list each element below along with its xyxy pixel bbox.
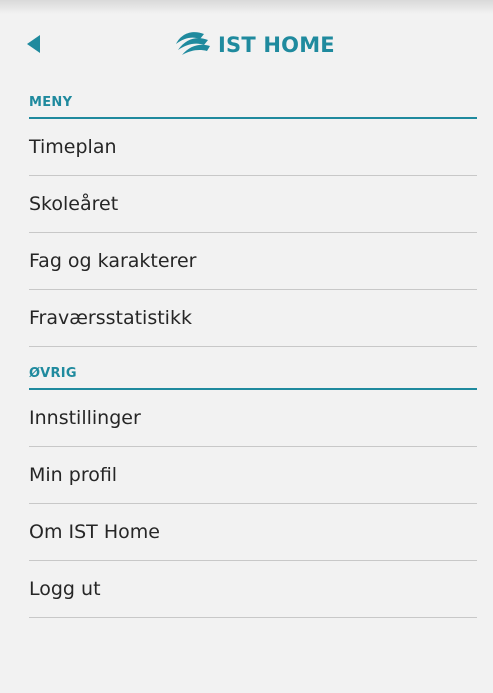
menu-item-logg-ut[interactable]: Logg ut	[29, 561, 477, 618]
menu-item-om-ist-home[interactable]: Om IST Home	[29, 504, 477, 561]
menu-item-min-profil[interactable]: Min profil	[29, 447, 477, 504]
ist-swoosh-icon	[174, 30, 212, 61]
menu-item-fravaersstatistikk[interactable]: Fraværsstatistikk	[29, 290, 477, 347]
app-header: IST HOME	[0, 14, 493, 76]
menu-item-timeplan[interactable]: Timeplan	[29, 119, 477, 176]
status-bar-shadow	[0, 0, 493, 14]
logo-text: IST HOME	[218, 33, 335, 57]
menu-item-innstillinger[interactable]: Innstillinger	[29, 390, 477, 447]
app-screen: IST HOME MENY Timeplan Skoleåret Fag og …	[0, 0, 493, 693]
back-arrow-icon	[27, 34, 41, 58]
menu-item-skolearet[interactable]: Skoleåret	[29, 176, 477, 233]
menu-item-fag-og-karakterer[interactable]: Fag og karakterer	[29, 233, 477, 290]
side-menu: MENY Timeplan Skoleåret Fag og karaktere…	[29, 76, 477, 618]
back-button[interactable]	[22, 34, 46, 58]
section-header-meny: MENY	[29, 76, 477, 119]
section-header-ovrig: ØVRIG	[29, 347, 477, 390]
ist-home-logo: IST HOME	[174, 30, 335, 60]
